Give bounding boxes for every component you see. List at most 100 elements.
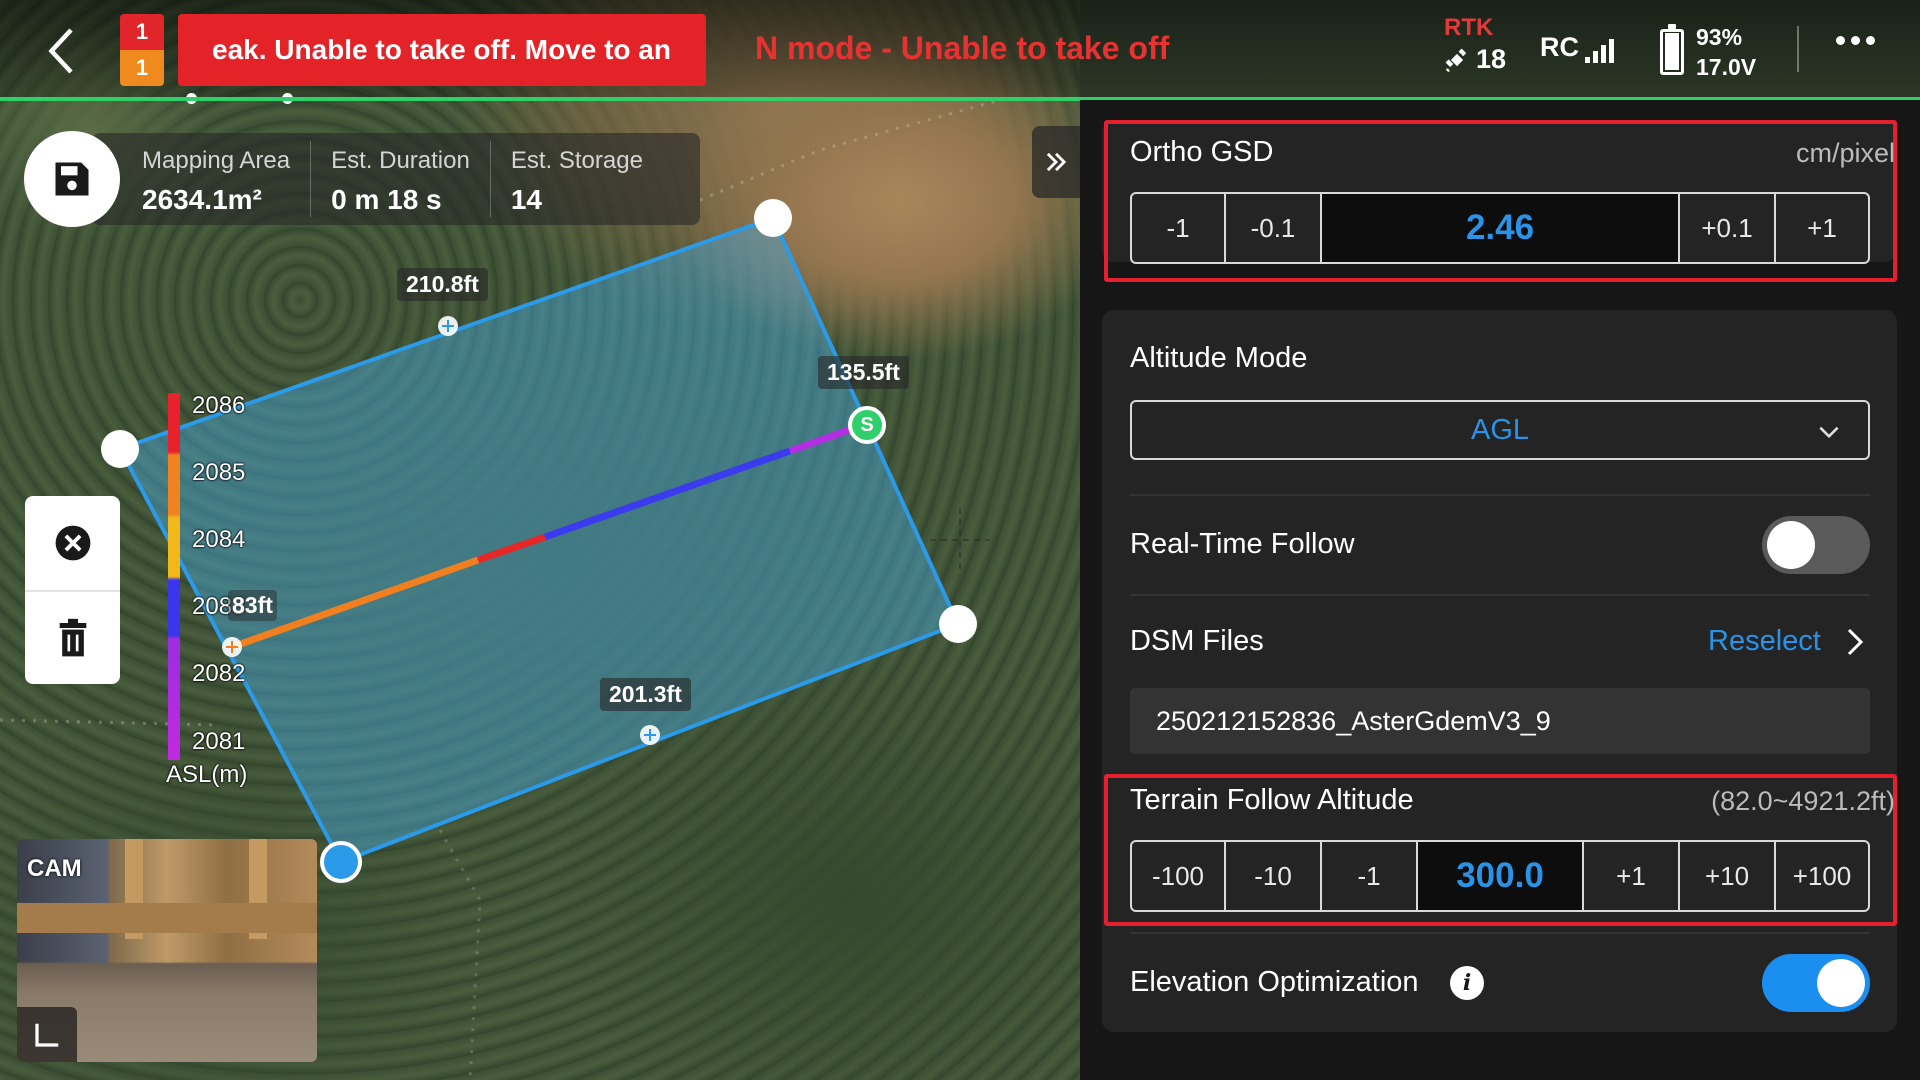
camera-label: CAM: [27, 855, 82, 882]
mission-info-bar: Mapping Area 2634.1m² Est. Duration 0 m …: [92, 133, 700, 225]
add-point-handle[interactable]: [222, 637, 242, 657]
cancel-edit-button[interactable]: [25, 496, 120, 590]
more-menu-button[interactable]: [1836, 36, 1875, 45]
more-icon: [1866, 36, 1875, 45]
chevron-down-icon: [1819, 426, 1839, 439]
rtk-status[interactable]: RTK 18: [1444, 14, 1514, 75]
info-est-duration: Est. Duration 0 m 18 s: [331, 141, 491, 217]
top-status-bar: 1 1 eak. Unable to take off. Move to an …: [0, 0, 1920, 104]
more-icon: [1836, 36, 1845, 45]
legend-tick: 2082: [192, 660, 246, 687]
altitude-minus-100-button[interactable]: -100: [1132, 842, 1226, 910]
ortho-gsd-title: Ortho GSD: [1130, 136, 1274, 168]
terrain-follow-stepper: -100 -10 -1 300.0 +1 +10 +100: [1130, 840, 1870, 912]
corner-expand-icon: [35, 1023, 59, 1047]
elevation-optimization-toggle[interactable]: [1762, 954, 1870, 1012]
battery-status[interactable]: 93% 17.0V: [1660, 22, 1756, 82]
satellite-icon: [1445, 48, 1467, 72]
battery-level-fill: [1665, 32, 1679, 70]
ortho-gsd-unit: cm/pixel: [1795, 138, 1895, 168]
mission-settings-panel: Ortho GSD cm/pixel -1 -0.1 2.46 +0.1 +1 …: [1080, 100, 1920, 1080]
add-point-handle[interactable]: [438, 316, 458, 336]
polygon-vertex[interactable]: [939, 605, 977, 643]
gsd-minus-1-button[interactable]: -1: [1132, 194, 1226, 262]
alert-count-badge[interactable]: 1 1: [120, 14, 164, 86]
error-count: 1: [120, 14, 164, 50]
gsd-plus-1-button[interactable]: +1: [1776, 194, 1868, 262]
expand-panel-button[interactable]: [1032, 126, 1080, 198]
altitude-mode-value: AGL: [1470, 413, 1530, 446]
elevation-legend-bar: [168, 393, 180, 760]
info-label: Est. Duration: [331, 147, 470, 174]
polygon-vertex[interactable]: [754, 199, 792, 237]
info-label: Est. Storage: [510, 147, 643, 174]
satellite-count: 18: [1444, 44, 1514, 75]
altitude-mode-title: Altitude Mode: [1130, 342, 1308, 374]
terrain-follow-range: (82.0~4921.2ft): [1711, 786, 1895, 816]
save-button[interactable]: [24, 131, 120, 227]
gsd-value-input[interactable]: 2.46: [1322, 194, 1680, 262]
row-divider: [1130, 594, 1870, 596]
map-tool-panel: [25, 496, 120, 684]
flight-mode-warning: N mode - Unable to take off: [755, 30, 1170, 66]
dsm-file-name: 250212152836_AsterGdemV3_9: [1130, 688, 1870, 754]
start-point-marker[interactable]: S: [848, 406, 886, 444]
legend-tick: 2086: [192, 392, 246, 419]
start-point-label: S: [860, 413, 874, 436]
back-button[interactable]: [40, 26, 84, 76]
topbar-divider: [1797, 26, 1799, 72]
map-view[interactable]: S 210.8ft 135.5ft 201.3ft 2086 2085 2084…: [0, 0, 1080, 1080]
info-value: 2634.1m²: [142, 184, 262, 215]
toggle-knob: [1767, 521, 1815, 569]
satellite-count-value: 18: [1476, 44, 1507, 74]
info-est-storage: Est. Storage 14: [511, 141, 663, 217]
edge-length-label: 210.8ft: [397, 268, 488, 301]
altitude-minus-1-button[interactable]: -1: [1322, 842, 1418, 910]
altitude-plus-100-button[interactable]: +100: [1776, 842, 1868, 910]
polygon-vertex[interactable]: [101, 430, 139, 468]
edge-length-label: 201.3ft: [600, 678, 691, 711]
real-time-follow-toggle[interactable]: [1762, 516, 1870, 574]
double-chevron-right-icon: [1046, 152, 1067, 172]
altitude-mode-select[interactable]: AGL: [1130, 400, 1870, 460]
signal-strength-icon: [1585, 39, 1614, 63]
altitude-plus-10-button[interactable]: +10: [1680, 842, 1776, 910]
dsm-reselect-link[interactable]: Reselect: [1708, 625, 1821, 658]
polygon-vertex-selected[interactable]: [320, 841, 362, 883]
add-point-handle[interactable]: [640, 725, 660, 745]
altitude-value-input[interactable]: 300.0: [1418, 842, 1584, 910]
legend-unit: ASL(m): [166, 761, 248, 788]
edge-length-label: 83ft: [228, 590, 277, 621]
camera-scene: [17, 903, 317, 933]
camera-expand-button[interactable]: [17, 1007, 77, 1062]
altitude-plus-1-button[interactable]: +1: [1584, 842, 1680, 910]
delete-button[interactable]: [25, 590, 120, 684]
terrain-follow-title: Terrain Follow Altitude: [1130, 784, 1414, 816]
legend-tick: 2084: [192, 526, 246, 553]
row-divider: [1130, 932, 1870, 934]
rc-signal-status[interactable]: RC: [1540, 32, 1614, 63]
ortho-gsd-stepper: -1 -0.1 2.46 +0.1 +1: [1130, 192, 1870, 264]
trash-icon: [59, 618, 86, 657]
warning-banner-text: eak. Unable to take off. Move to an: [212, 34, 671, 65]
battery-icon: [1660, 24, 1684, 75]
chevron-left-icon: [48, 28, 73, 74]
real-time-follow-title: Real-Time Follow: [1130, 528, 1355, 560]
info-value: 0 m 18 s: [331, 184, 442, 215]
gsd-plus-0.1-button[interactable]: +0.1: [1680, 194, 1776, 262]
toggle-knob: [1817, 959, 1865, 1007]
info-icon[interactable]: i: [1450, 966, 1484, 1000]
gsd-minus-0.1-button[interactable]: -0.1: [1226, 194, 1322, 262]
rtk-label: RTK: [1444, 14, 1494, 41]
camera-preview[interactable]: CAM: [17, 839, 317, 1062]
center-crosshair: [930, 508, 990, 570]
info-label: Mapping Area: [142, 147, 291, 174]
warning-count: 1: [120, 50, 164, 86]
legend-tick: 2081: [192, 728, 246, 755]
battery-voltage: 17.0V: [1696, 54, 1757, 80]
elevation-optimization-title: Elevation Optimization: [1130, 966, 1419, 998]
info-mapping-area: Mapping Area 2634.1m²: [142, 141, 312, 217]
takeoff-warning-banner[interactable]: eak. Unable to take off. Move to an: [178, 14, 706, 86]
altitude-minus-10-button[interactable]: -10: [1226, 842, 1322, 910]
chevron-right-icon[interactable]: [1842, 626, 1868, 658]
